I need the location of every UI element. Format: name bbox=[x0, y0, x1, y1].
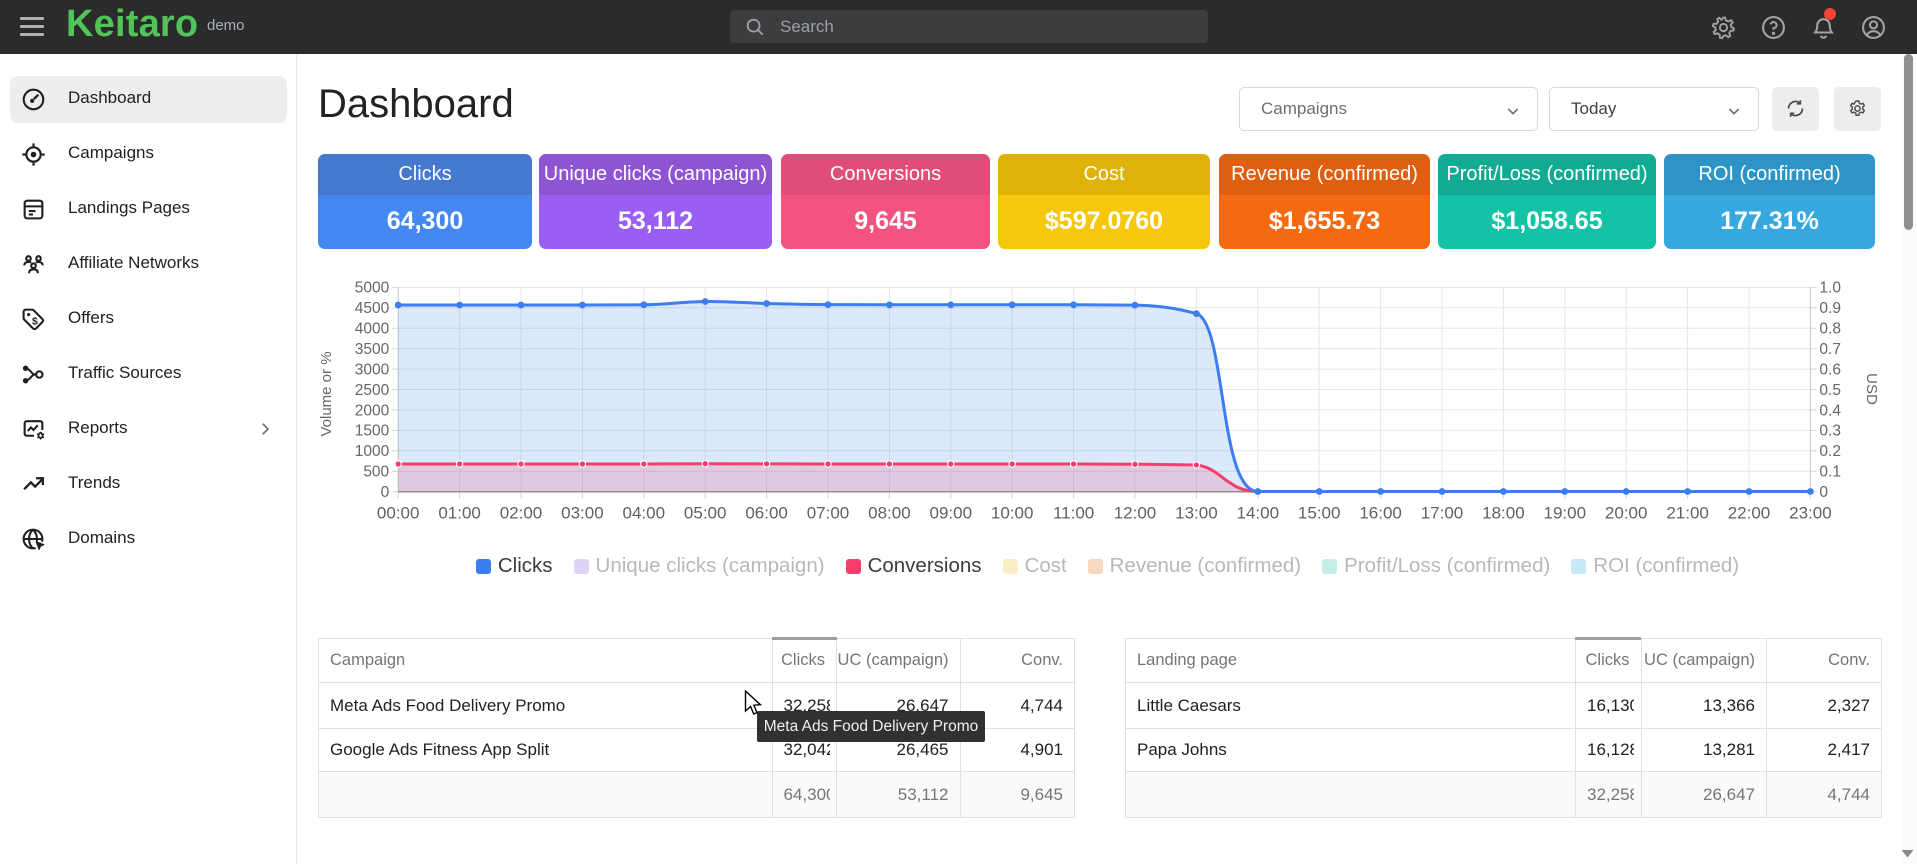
svg-text:4000: 4000 bbox=[355, 321, 390, 338]
svg-text:17:00: 17:00 bbox=[1421, 504, 1464, 523]
svg-text:11:00: 11:00 bbox=[1053, 504, 1094, 523]
svg-text:06:00: 06:00 bbox=[745, 504, 788, 523]
svg-text:500: 500 bbox=[363, 464, 389, 481]
svg-text:15:00: 15:00 bbox=[1298, 504, 1341, 523]
svg-text:2000: 2000 bbox=[355, 402, 390, 419]
svg-text:0.6: 0.6 bbox=[1819, 361, 1841, 378]
svg-text:16:00: 16:00 bbox=[1359, 504, 1402, 523]
svg-text:0.7: 0.7 bbox=[1819, 341, 1841, 358]
svg-text:0.5: 0.5 bbox=[1819, 382, 1841, 399]
svg-text:07:00: 07:00 bbox=[807, 504, 850, 523]
svg-text:0.2: 0.2 bbox=[1819, 443, 1841, 460]
svg-text:09:00: 09:00 bbox=[930, 504, 973, 523]
svg-text:23:00: 23:00 bbox=[1789, 504, 1832, 523]
svg-text:0.1: 0.1 bbox=[1819, 464, 1841, 481]
svg-text:1000: 1000 bbox=[355, 443, 390, 460]
svg-text:04:00: 04:00 bbox=[623, 504, 666, 523]
svg-text:22:00: 22:00 bbox=[1728, 504, 1771, 523]
svg-text:3500: 3500 bbox=[355, 341, 390, 358]
svg-text:12:00: 12:00 bbox=[1114, 504, 1157, 523]
svg-text:Volume or %: Volume or % bbox=[318, 351, 335, 436]
svg-text:02:00: 02:00 bbox=[500, 504, 543, 523]
svg-text:18:00: 18:00 bbox=[1482, 504, 1525, 523]
svg-text:01:00: 01:00 bbox=[438, 504, 481, 523]
svg-text:USD: USD bbox=[1863, 373, 1880, 405]
svg-text:10:00: 10:00 bbox=[991, 504, 1034, 523]
svg-text:0.3: 0.3 bbox=[1819, 423, 1841, 440]
svg-text:0: 0 bbox=[1819, 484, 1828, 501]
svg-text:20:00: 20:00 bbox=[1605, 504, 1648, 523]
svg-text:19:00: 19:00 bbox=[1544, 504, 1587, 523]
svg-text:03:00: 03:00 bbox=[561, 504, 604, 523]
svg-text:05:00: 05:00 bbox=[684, 504, 727, 523]
svg-text:$: $ bbox=[32, 316, 38, 327]
svg-text:14:00: 14:00 bbox=[1237, 504, 1280, 523]
svg-text:13:00: 13:00 bbox=[1175, 504, 1218, 523]
svg-text:21:00: 21:00 bbox=[1666, 504, 1709, 523]
svg-text:4500: 4500 bbox=[355, 300, 390, 317]
svg-text:08:00: 08:00 bbox=[868, 504, 911, 523]
svg-text:00:00: 00:00 bbox=[377, 504, 420, 523]
svg-text:1500: 1500 bbox=[355, 423, 390, 440]
svg-text:0: 0 bbox=[381, 484, 390, 501]
svg-text:0.9: 0.9 bbox=[1819, 300, 1841, 317]
svg-text:3000: 3000 bbox=[355, 361, 390, 378]
svg-text:5000: 5000 bbox=[355, 280, 390, 297]
svg-text:0.4: 0.4 bbox=[1819, 402, 1841, 419]
svg-text:0.8: 0.8 bbox=[1819, 321, 1841, 338]
svg-text:2500: 2500 bbox=[355, 382, 390, 399]
svg-text:1.0: 1.0 bbox=[1819, 280, 1841, 297]
